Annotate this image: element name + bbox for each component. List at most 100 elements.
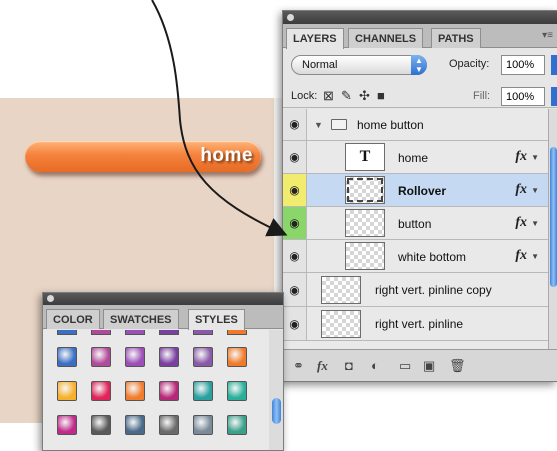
adjustment-icon[interactable]: ◐ (371, 358, 379, 373)
tab-styles[interactable]: STYLES (188, 309, 245, 330)
visibility-toggle[interactable]: ◉ (283, 273, 307, 306)
layer-row-right-vert-pinline[interactable]: ◉ right vert. pinline (283, 307, 549, 341)
scroll-thumb[interactable] (272, 398, 281, 424)
style-swatch[interactable] (193, 415, 213, 435)
link-icon[interactable]: ⚭ (293, 358, 304, 374)
chevron-down-icon[interactable]: ▼ (531, 153, 539, 162)
visibility-toggle[interactable]: ◉ (283, 207, 307, 239)
style-swatch[interactable] (227, 330, 247, 335)
fx-icon[interactable]: fx (515, 182, 527, 198)
fx-icon[interactable]: fx (515, 248, 527, 264)
opacity-field[interactable]: 100% (501, 55, 545, 75)
panel-titlebar[interactable] (43, 293, 283, 305)
layers-list: ◉ ▼ home button ◉ T home fx ▼ ◉ Rollover… (283, 109, 549, 349)
layers-scrollbar[interactable] (548, 109, 557, 349)
style-swatch[interactable] (193, 381, 213, 401)
blend-mode-value: Normal (302, 59, 338, 71)
layer-thumbnail (321, 310, 361, 338)
style-swatch[interactable] (125, 347, 145, 367)
tab-paths[interactable]: PATHS (431, 28, 481, 48)
chevron-down-icon[interactable]: ▼ (531, 219, 539, 228)
chevron-down-icon[interactable]: ▼ (531, 186, 539, 195)
visibility-toggle[interactable]: ◉ (283, 174, 307, 206)
lock-row: Lock: ⊠ ✎ ✣ ■ Fill: 100% (283, 84, 557, 108)
layer-row-rollover[interactable]: ◉ Rollover fx ▼ (283, 174, 549, 207)
eye-icon: ◉ (289, 283, 300, 297)
styles-scrollbar[interactable] (269, 330, 283, 450)
visibility-toggle[interactable]: ◉ (283, 240, 307, 272)
panel-menu-icon[interactable]: ▾≡ (542, 30, 553, 41)
fill-label: Fill: (473, 90, 491, 102)
close-icon[interactable] (47, 295, 54, 302)
style-swatch[interactable] (227, 347, 247, 367)
lock-label: Lock: (291, 90, 318, 102)
folder-icon[interactable]: ▭ (399, 358, 411, 374)
layer-thumbnail (321, 276, 361, 304)
blend-mode-select[interactable]: Normal ▲ ▼ (291, 55, 427, 75)
layer-thumbnail (345, 176, 385, 204)
chevron-down-icon[interactable]: ▼ (531, 252, 539, 261)
eye-icon: ◉ (289, 249, 300, 263)
styles-panel: COLOR SWATCHES STYLES (42, 292, 284, 451)
layer-row-right-vert-pinline-copy[interactable]: ◉ right vert. pinline copy (283, 273, 549, 307)
eye-icon: ◉ (289, 216, 300, 230)
lock-pixels-icon[interactable]: ✎ (341, 88, 352, 104)
chevron-updown-icon: ▲ ▼ (411, 55, 427, 75)
lock-transparency-icon[interactable]: ⊠ (323, 88, 334, 104)
style-swatch[interactable] (57, 415, 77, 435)
style-swatch[interactable] (125, 330, 145, 335)
style-swatch[interactable] (193, 347, 213, 367)
fx-icon[interactable]: fx (515, 149, 527, 165)
layer-row-button[interactable]: ◉ button fx ▼ (283, 207, 549, 240)
blend-row: Normal ▲ ▼ Opacity: 100% (283, 52, 557, 80)
style-swatch[interactable] (227, 415, 247, 435)
style-swatch[interactable] (57, 347, 77, 367)
style-swatch[interactable] (57, 330, 77, 335)
style-swatch[interactable] (159, 381, 179, 401)
lock-position-icon[interactable]: ✣ (359, 88, 370, 104)
layer-row-home[interactable]: ◉ T home fx ▼ (283, 141, 549, 174)
style-swatch[interactable] (91, 347, 111, 367)
close-icon[interactable] (287, 14, 294, 21)
scroll-thumb[interactable] (550, 147, 557, 287)
layer-name: home button (357, 118, 424, 132)
eye-icon: ◉ (289, 183, 300, 197)
eye-icon: ◉ (289, 150, 300, 164)
style-swatch[interactable] (91, 415, 111, 435)
fill-dropdown-icon[interactable] (551, 87, 557, 106)
tab-swatches[interactable]: SWATCHES (103, 309, 179, 329)
style-swatch[interactable] (57, 381, 77, 401)
style-swatch[interactable] (159, 415, 179, 435)
layer-name: button (398, 217, 432, 231)
visibility-toggle[interactable]: ◉ (283, 307, 307, 340)
style-swatch[interactable] (227, 381, 247, 401)
style-swatch[interactable] (159, 347, 179, 367)
layers-tabbar: LAYERS CHANNELS PATHS ▾≡ (283, 24, 557, 49)
layer-row-white-bottom[interactable]: ◉ white bottom fx ▼ (283, 240, 549, 273)
tab-color[interactable]: COLOR (46, 309, 100, 329)
fx-icon[interactable]: fx (317, 358, 328, 374)
style-swatch[interactable] (125, 381, 145, 401)
style-swatch[interactable] (159, 330, 179, 335)
opacity-dropdown-icon[interactable] (551, 55, 557, 75)
layers-panel: LAYERS CHANNELS PATHS ▾≡ Normal ▲ ▼ Opaci… (282, 10, 557, 382)
panel-titlebar[interactable] (283, 11, 557, 24)
style-swatch[interactable] (193, 330, 213, 335)
layer-row-home-button[interactable]: ◉ ▼ home button (283, 109, 549, 141)
fx-icon[interactable]: fx (515, 215, 527, 231)
lock-all-icon[interactable]: ■ (377, 88, 385, 103)
trash-icon[interactable]: 🗑 (449, 358, 466, 374)
visibility-toggle[interactable]: ◉ (283, 141, 307, 173)
disclosure-triangle-icon[interactable]: ▼ (314, 120, 323, 130)
style-swatch[interactable] (125, 415, 145, 435)
tab-channels[interactable]: CHANNELS (348, 28, 424, 48)
tab-layers[interactable]: LAYERS (286, 28, 344, 49)
style-swatch[interactable] (91, 330, 111, 335)
layer-name: home (398, 151, 429, 165)
new-layer-icon[interactable]: ▣ (423, 358, 435, 374)
fill-field[interactable]: 100% (501, 87, 545, 106)
mask-icon[interactable]: ◘ (345, 358, 353, 373)
visibility-toggle[interactable]: ◉ (283, 109, 307, 140)
style-swatch[interactable] (91, 381, 111, 401)
layer-name: right vert. pinline copy (375, 283, 492, 297)
